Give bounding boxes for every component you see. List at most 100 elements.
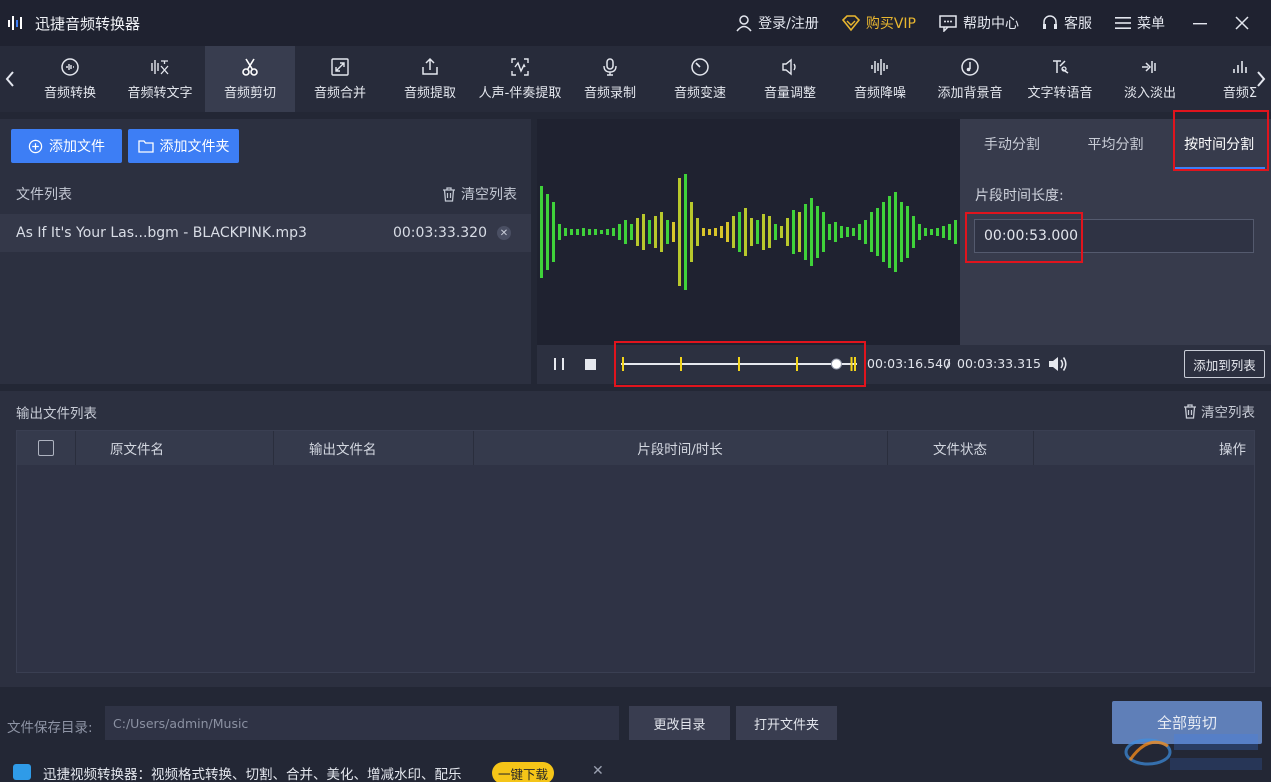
denoise-icon xyxy=(871,59,888,75)
tool-speed[interactable]: 音频变速 xyxy=(655,46,745,112)
background-music-icon xyxy=(961,58,979,76)
tool-denoise[interactable]: 音频降噪 xyxy=(835,46,925,112)
help-center-button[interactable]: 帮助中心 xyxy=(938,13,1019,33)
tool-scissors[interactable]: 音频剪切 xyxy=(205,46,295,112)
tool-label: 音频转文字 xyxy=(127,86,193,101)
waveform-bar xyxy=(678,178,681,286)
save-dir-input[interactable]: C:/Users/admin/Music xyxy=(105,706,619,740)
waveform-bar xyxy=(906,206,909,258)
segment-length-label: 片段时间长度: xyxy=(975,188,1064,204)
help-label: 帮助中心 xyxy=(963,16,1019,32)
menu-label: 菜单 xyxy=(1137,16,1165,32)
toolbar-scroll-left[interactable] xyxy=(0,46,20,112)
select-all-checkbox[interactable] xyxy=(38,440,54,456)
waveform-bar xyxy=(720,226,723,238)
close-promo-icon[interactable]: ✕ xyxy=(592,763,604,779)
waveform-bar xyxy=(624,220,627,244)
waveform-graphic xyxy=(540,174,957,290)
output-file-table: 原文件名 输出文件名 片段时间/时长 文件状态 操作 xyxy=(16,430,1255,673)
login-button[interactable]: 登录/注册 xyxy=(735,13,819,33)
clear-file-list-button[interactable]: 清空列表 xyxy=(442,184,517,204)
folder-icon xyxy=(137,140,154,153)
open-folder-button[interactable]: 打开文件夹 xyxy=(736,706,837,740)
waveform-bar xyxy=(900,202,903,262)
add-folder-label: 添加文件夹 xyxy=(159,139,230,155)
waveform-bar xyxy=(780,226,783,238)
waveform-bar xyxy=(822,212,825,252)
file-name: As If It's Your Las...bgm - BLACKPINK.mp… xyxy=(16,225,307,241)
tab-manual-split[interactable]: 手动分割 xyxy=(960,119,1064,169)
customer-service-button[interactable]: 客服 xyxy=(1041,13,1092,33)
tool-merge[interactable]: 音频合并 xyxy=(295,46,385,112)
waveform-bar xyxy=(690,202,693,262)
add-folder-button[interactable]: 添加文件夹 xyxy=(128,129,239,163)
minimize-button[interactable] xyxy=(1187,10,1213,36)
file-list-item[interactable]: As If It's Your Las...bgm - BLACKPINK.mp… xyxy=(0,214,531,252)
add-to-list-button[interactable]: 添加到列表 xyxy=(1184,350,1265,378)
toolbar-scroll-right[interactable] xyxy=(1251,46,1271,112)
waveform-bar xyxy=(942,226,945,238)
file-list-label: 文件列表 xyxy=(16,187,72,203)
waveform-bar xyxy=(576,229,579,235)
waveform-bar xyxy=(774,224,777,240)
time-separator: / xyxy=(946,356,951,371)
waveform-bar xyxy=(948,224,951,240)
waveform-bar xyxy=(930,229,933,235)
title-bar: 迅捷音频转换器 登录/注册 购买VIP 帮助中心 客服 菜单 xyxy=(0,0,1271,46)
tab-average-split[interactable]: 平均分割 xyxy=(1064,119,1168,169)
download-button[interactable]: 一键下载 xyxy=(492,762,554,782)
buy-vip-button[interactable]: 购买VIP xyxy=(841,13,916,33)
chevron-right-icon xyxy=(1257,71,1266,87)
tool-volume[interactable]: 音量调整 xyxy=(745,46,835,112)
waveform-bar xyxy=(726,222,729,242)
menu-button[interactable]: 菜单 xyxy=(1114,13,1165,33)
waveform-bar xyxy=(894,192,897,272)
waveform-bar xyxy=(792,210,795,254)
tool-extract[interactable]: 音频提取 xyxy=(385,46,475,112)
file-panel: 添加文件 添加文件夹 文件列表 清空列表 As If It's Your Las… xyxy=(0,119,531,384)
add-file-label: 添加文件 xyxy=(49,139,105,155)
video-converter-icon xyxy=(13,764,31,780)
waveform-bar xyxy=(732,216,735,248)
waveform-bar xyxy=(648,220,651,244)
trash-icon xyxy=(1184,403,1196,419)
waveform-bar xyxy=(834,222,837,242)
tool-fade[interactable]: 淡入淡出 xyxy=(1105,46,1195,112)
pause-button[interactable] xyxy=(552,357,566,371)
volume-button[interactable] xyxy=(1047,354,1069,378)
waveform-display[interactable] xyxy=(537,119,960,345)
tool-vocal-extract[interactable]: 人声-伴奏提取 xyxy=(475,46,565,112)
tool-background-music[interactable]: 添加背景音 xyxy=(925,46,1015,112)
change-dir-button[interactable]: 更改目录 xyxy=(629,706,730,740)
waveform-bar xyxy=(762,214,765,250)
waveform-bar xyxy=(798,212,801,252)
waveform-bar xyxy=(750,218,753,246)
waveform-bar xyxy=(708,229,711,235)
add-file-button[interactable]: 添加文件 xyxy=(11,129,122,163)
clear-output-list-button[interactable]: 清空列表 xyxy=(1183,401,1255,421)
column-segment-time: 片段时间/时长 xyxy=(637,442,723,458)
login-label: 登录/注册 xyxy=(758,16,819,32)
user-icon xyxy=(736,15,752,32)
audio-convert-icon xyxy=(61,58,79,76)
waveform-bar xyxy=(840,226,843,238)
total-time: 00:03:33.315 xyxy=(957,356,1041,371)
waveform-bar xyxy=(714,228,717,236)
tool-label: 音频录制 xyxy=(583,86,636,101)
waveform-bar xyxy=(786,218,789,246)
tool-audio-to-text[interactable]: 音频转文字 xyxy=(115,46,205,112)
file-list-header: 文件列表 清空列表 xyxy=(0,175,531,213)
tool-microphone[interactable]: 音频录制 xyxy=(565,46,655,112)
tool-text-to-speech[interactable]: 文字转语音 xyxy=(1015,46,1105,112)
column-actions: 操作 xyxy=(1219,442,1246,458)
remove-file-icon[interactable]: ✕ xyxy=(497,226,511,240)
output-file-section: 输出文件列表 清空列表 原文件名 输出文件名 片段时间/时长 文件状态 操作 xyxy=(0,391,1271,687)
stop-button[interactable] xyxy=(585,359,596,370)
plus-circle-icon xyxy=(28,139,43,153)
close-button[interactable] xyxy=(1229,10,1255,36)
vocal-extract-icon xyxy=(511,58,529,76)
tool-audio-convert[interactable]: 音频转换 xyxy=(25,46,115,112)
waveform-bar xyxy=(570,229,573,235)
tool-label: 音频合并 xyxy=(313,86,366,101)
current-time: 00:03:16.540 xyxy=(867,356,951,371)
